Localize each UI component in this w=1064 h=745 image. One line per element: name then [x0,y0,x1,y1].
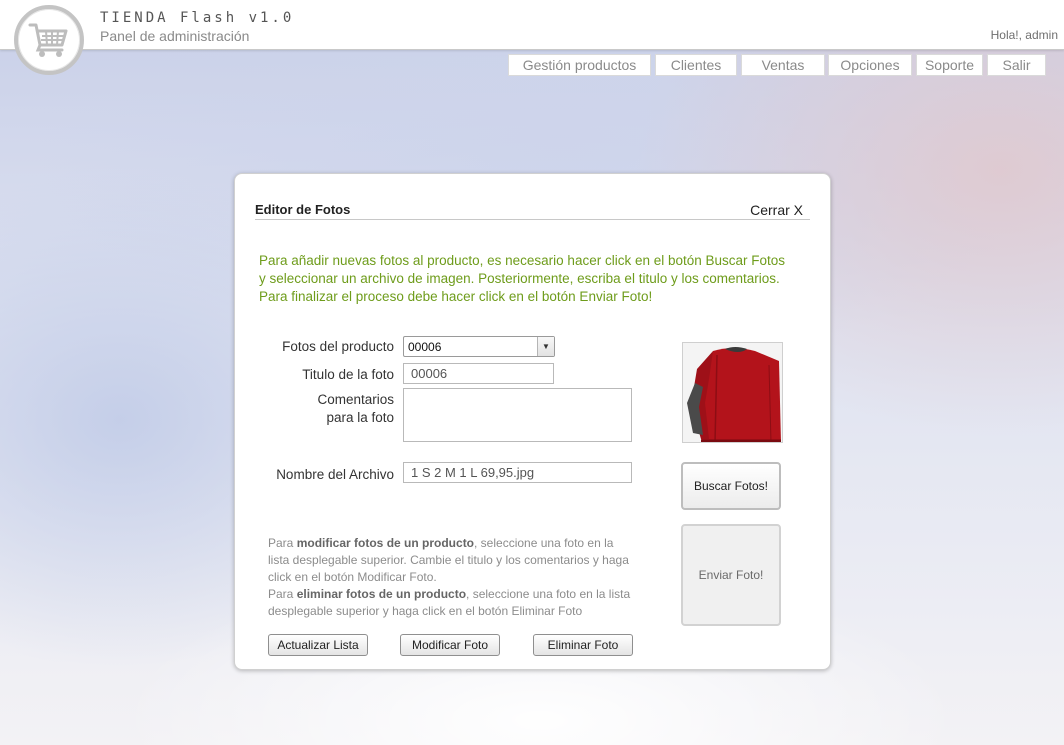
help-text-span: , seleccione una foto en la lista [466,587,631,601]
user-greeting: Hola!, admin [990,28,1058,42]
browse-photos-button[interactable]: Buscar Fotos! [681,462,781,510]
send-photo-button[interactable]: Enviar Foto! [681,524,781,626]
panel-title: Editor de Fotos [255,202,351,217]
nav-salir[interactable]: Salir [987,54,1046,76]
nav-soporte[interactable]: Soporte [916,54,983,76]
instruction-line: y seleccionar un archivo de imagen. Post… [259,271,780,286]
help-line: Para eliminar fotos de un producto, sele… [268,586,653,603]
photos-select[interactable]: 00006 ▼ [403,336,555,357]
help-text-span: Para [268,587,297,601]
photo-preview [682,342,783,443]
help-line: click en el botón Modificar Foto. [268,570,437,584]
comments-label-line: Comentarios [317,392,394,407]
title-label: Titulo de la foto [302,367,394,382]
app-subtitle: Panel de administración [100,28,250,44]
modify-photo-button[interactable]: Modificar Foto [400,634,500,656]
help-bold: eliminar fotos de un producto [296,587,467,601]
nav-gestion-productos[interactable]: Gestión productos [508,54,651,76]
help-line: Para modificar fotos de un producto, sel… [268,535,653,552]
photos-select-value: 00006 [408,340,442,354]
nav-clientes[interactable]: Clientes [655,54,737,76]
comments-label-line: para la foto [326,410,394,425]
instruction-line: Para añadir nuevas fotos al producto, es… [259,253,786,268]
nav-ventas[interactable]: Ventas [741,54,825,76]
photos-label: Fotos del producto [282,339,394,354]
help-text-span: Para [268,536,297,550]
help-line: lista desplegable superior. Cambie el ti… [268,553,629,567]
help-line: desplegable superior y haga click en el … [268,604,583,618]
title-divider [255,219,810,220]
comments-label: Comentarios para la foto [255,391,394,427]
close-link[interactable]: Cerrar X [750,202,803,218]
help-text-span: , seleccione una foto en la [474,536,614,550]
filename-label: Nombre del Archivo [276,467,394,482]
delete-photo-button[interactable]: Eliminar Foto [533,634,633,656]
nav-opciones[interactable]: Opciones [828,54,912,76]
help-text: Para modificar fotos de un producto, sel… [268,535,653,620]
app-header: TIENDA Flash v1.0 Panel de administració… [0,0,1064,50]
refresh-list-button[interactable]: Actualizar Lista [268,634,368,656]
chevron-down-icon[interactable]: ▼ [537,337,554,356]
shopping-cart-icon [14,5,84,75]
red-sweater-photo [683,343,782,442]
instructions-text: Para añadir nuevas fotos al producto, es… [259,252,824,306]
app-title: TIENDA Flash v1.0 [100,10,295,26]
help-bold: modificar fotos de un producto [296,536,475,550]
filename-input[interactable]: 1 S 2 M 1 L 69,95.jpg [403,462,632,483]
instruction-line: Para finalizar el proceso debe hacer cli… [259,289,653,304]
photo-editor-panel: Editor de Fotos Cerrar X Para añadir nue… [234,173,831,670]
comments-textarea[interactable] [403,388,632,442]
title-input[interactable]: 00006 [403,363,554,384]
